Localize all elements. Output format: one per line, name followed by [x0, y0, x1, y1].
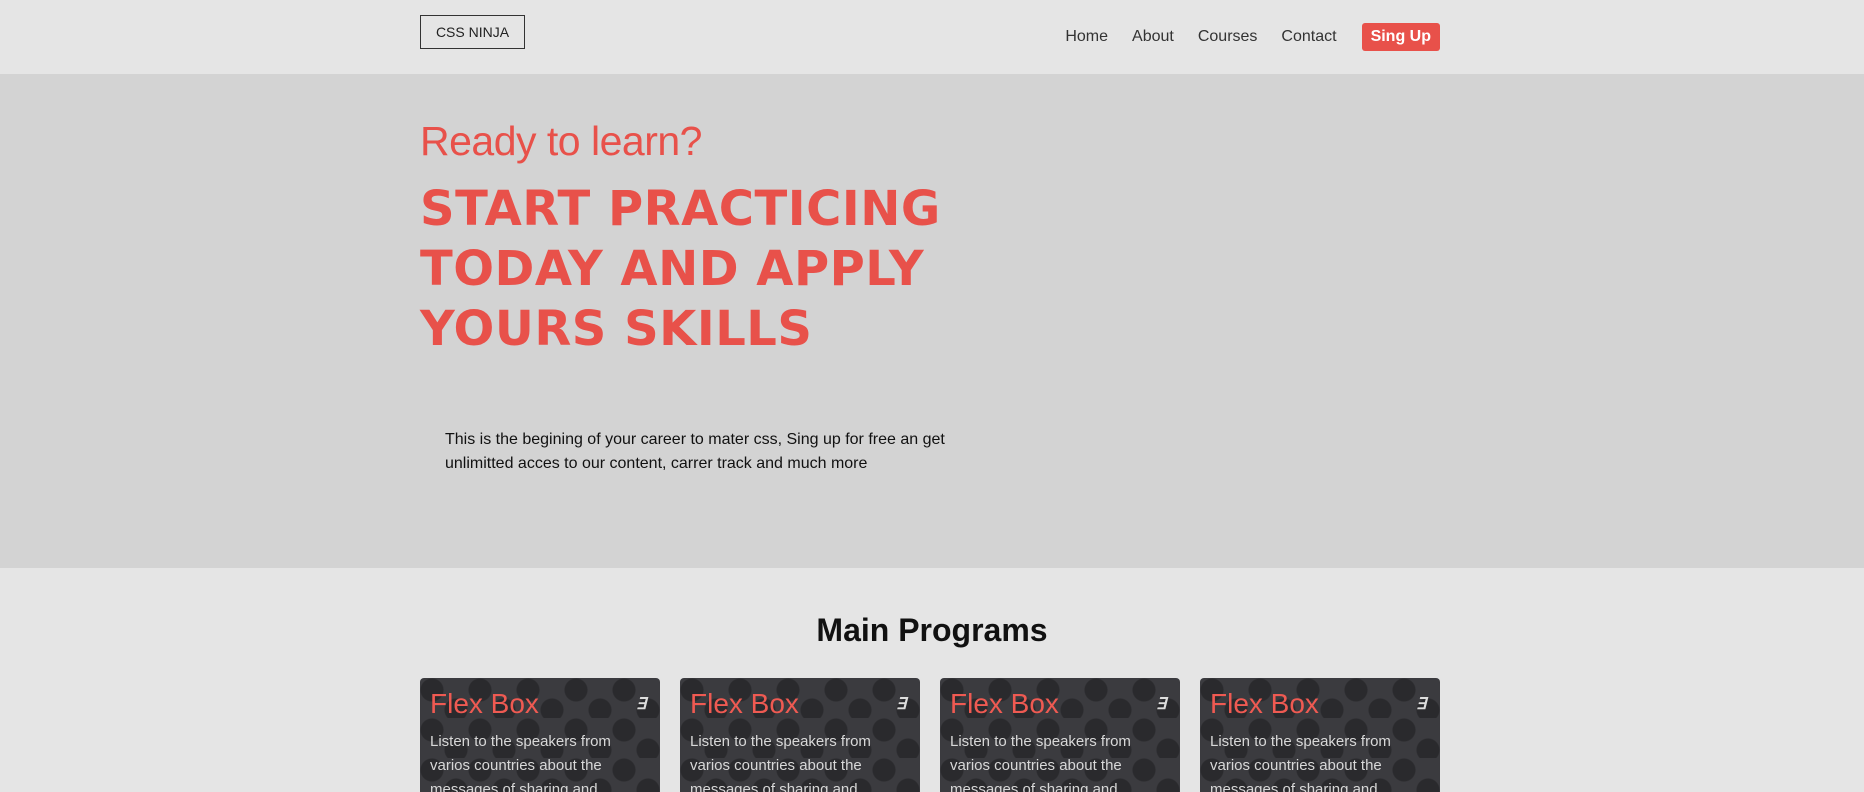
card-text: Listen to the speakers from varios count… — [690, 733, 871, 792]
nav-link-home[interactable]: Home — [1065, 24, 1108, 50]
card-text: Listen to the speakers from varios count… — [430, 733, 611, 792]
hero-kicker: Ready to learn? — [420, 118, 702, 164]
hero-section: Ready to learn? START PRACTICING TODAY A… — [0, 74, 1864, 568]
site-header: CSS NINJA Home About Courses Contact Sin… — [0, 0, 1864, 74]
css3-icon: ∃ — [635, 696, 647, 713]
programs-title: Main Programs — [816, 612, 1048, 648]
hero-title: START PRACTICING TODAY AND APPLY YOURS S… — [420, 181, 941, 357]
main-nav: Home About Courses Contact Sing Up — [1065, 23, 1440, 51]
css3-icon: ∃ — [895, 696, 907, 713]
nav-link-about[interactable]: About — [1132, 24, 1174, 50]
nav-link-contact[interactable]: Contact — [1281, 24, 1336, 50]
css3-icon: ∃ — [1155, 696, 1167, 713]
program-cards: Flex Box ∃ Listen to the speakers from v… — [420, 678, 1440, 792]
card-title: Flex Box — [430, 688, 539, 719]
css3-icon: ∃ — [1415, 696, 1427, 713]
program-card[interactable]: Flex Box ∃ Listen to the speakers from v… — [1200, 678, 1440, 792]
program-card[interactable]: Flex Box ∃ Listen to the speakers from v… — [680, 678, 920, 792]
card-title: Flex Box — [950, 688, 1059, 719]
nav-link-courses[interactable]: Courses — [1198, 24, 1258, 50]
card-text: Listen to the speakers from varios count… — [1210, 733, 1391, 792]
card-title: Flex Box — [690, 688, 799, 719]
program-card[interactable]: Flex Box ∃ Listen to the speakers from v… — [420, 678, 660, 792]
signup-button[interactable]: Sing Up — [1361, 23, 1440, 51]
program-card[interactable]: Flex Box ∃ Listen to the speakers from v… — [940, 678, 1180, 792]
card-title: Flex Box — [1210, 688, 1319, 719]
logo[interactable]: CSS NINJA — [420, 15, 525, 49]
hero-description: This is the begining of your career to m… — [445, 431, 945, 472]
card-text: Listen to the speakers from varios count… — [950, 733, 1131, 792]
